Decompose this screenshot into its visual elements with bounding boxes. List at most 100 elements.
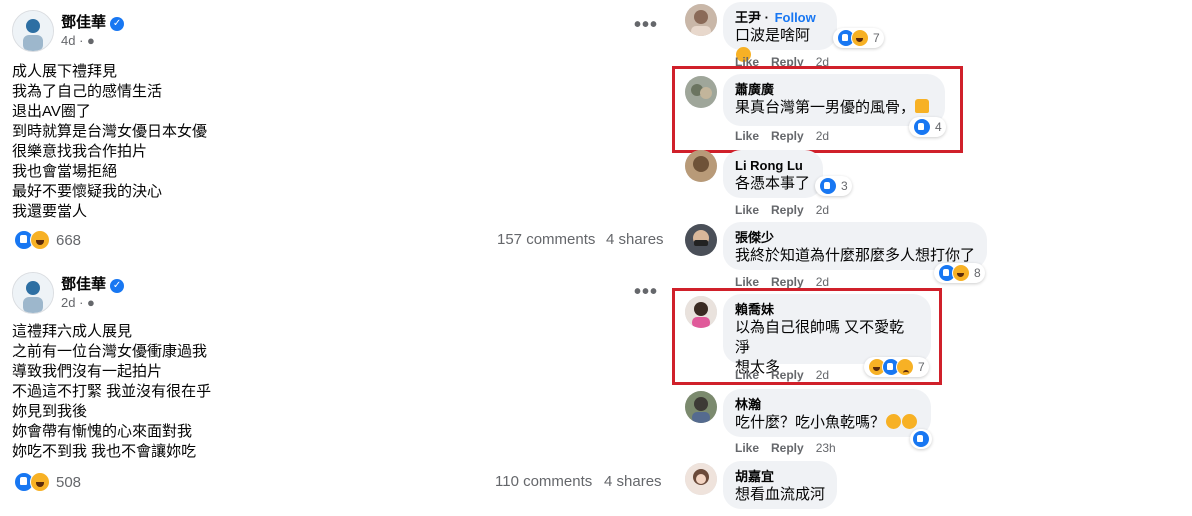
author-name[interactable]: 鄧佳華: [61, 14, 106, 31]
shares-count-link[interactable]: 4 shares: [604, 473, 662, 490]
commenter-name[interactable]: 賴喬妹: [735, 302, 774, 317]
avatar-photo-icon: [685, 4, 717, 36]
reaction-summary[interactable]: 668: [14, 230, 81, 250]
comment-time[interactable]: 2d: [816, 368, 829, 382]
comment-time[interactable]: 2d: [816, 275, 829, 289]
comment-text: 各憑本事了: [735, 175, 811, 192]
more-options-button[interactable]: •••: [634, 14, 658, 37]
post-line: 妳見到我後: [12, 403, 88, 420]
avatar-photo-icon: [685, 391, 717, 423]
commenter-name[interactable]: 林瀚: [735, 397, 761, 412]
haha-reaction-icon: [952, 264, 970, 282]
like-button[interactable]: Like: [735, 368, 759, 382]
post-body: 成人展下禮拜見 我為了自己的感情生活 退出AV圈了 到時就算是台灣女優日本女優 …: [12, 62, 207, 222]
post-timestamp[interactable]: 4d: [61, 33, 75, 48]
comment-time[interactable]: 2d: [816, 203, 829, 217]
commenter-avatar[interactable]: [685, 4, 717, 36]
comment-time[interactable]: 2d: [816, 129, 829, 143]
sad-reaction-icon: [896, 358, 914, 376]
avatar-photo-icon: [685, 150, 717, 182]
reply-button[interactable]: Reply: [771, 275, 804, 289]
author-avatar[interactable]: [12, 10, 54, 52]
commenter-avatar[interactable]: [685, 391, 717, 423]
follow-button[interactable]: Follow: [775, 10, 816, 25]
post-line: 導致我們沒有一起拍片: [12, 363, 163, 380]
post-line: 我為了自己的感情生活: [12, 83, 163, 100]
reply-button[interactable]: Reply: [771, 441, 804, 455]
comment-text: 我終於知道為什麼那麼多人想打你了: [735, 247, 976, 264]
reaction-count: 3: [841, 179, 848, 193]
comment-bubble: 胡嘉宜 想看血流成河: [723, 461, 837, 509]
author-name[interactable]: 鄧佳華: [61, 276, 106, 293]
like-button[interactable]: Like: [735, 441, 759, 455]
post-line: 退出AV圈了: [12, 103, 91, 120]
comment-reactions[interactable]: 3: [815, 176, 852, 196]
laughing-emoji-icon: [902, 414, 918, 429]
verified-badge-icon: ✓: [110, 279, 125, 293]
commenter-avatar[interactable]: [685, 76, 717, 108]
commenter-name[interactable]: 張傑少: [735, 230, 774, 245]
reply-button[interactable]: Reply: [771, 203, 804, 217]
post-line: 我還要當人: [12, 203, 88, 220]
laughing-emoji-icon: [886, 414, 902, 429]
shares-count-link[interactable]: 4 shares: [606, 231, 664, 248]
commenter-name[interactable]: Li Rong Lu: [735, 158, 803, 173]
thumbs-up-emoji-icon: [915, 99, 930, 113]
post-line: 成人展下禮拜見: [12, 63, 118, 80]
post-line: 到時就算是台灣女優日本女優: [12, 123, 208, 140]
comments-count-link[interactable]: 110 comments: [495, 473, 592, 490]
comment-reactions[interactable]: 4: [909, 117, 946, 137]
comment-bubble: 林瀚 吃什麼？吃小魚乾嗎？: [723, 389, 931, 437]
reaction-count: 508: [56, 473, 82, 491]
post-line: 妳會帶有慚愧的心來面對我: [12, 423, 193, 440]
comment-reactions[interactable]: 7: [864, 357, 929, 377]
comment-text: 吃什麼？吃小魚乾嗎？: [735, 414, 886, 431]
commenter-avatar[interactable]: [685, 224, 717, 256]
post-line: 很樂意找我合作拍片: [12, 143, 148, 160]
comment-bubble: 賴喬妹 以為自己很帥嗎 又不愛乾淨 想太多: [723, 294, 931, 376]
post-line: 最好不要懷疑我的決心: [12, 183, 163, 200]
like-button[interactable]: Like: [735, 203, 759, 217]
comment-reactions[interactable]: 8: [934, 263, 985, 283]
post-timestamp[interactable]: 2d: [61, 295, 75, 310]
commenter-avatar[interactable]: [685, 296, 717, 328]
post-line: 不過這不打緊 我並沒有很在乎: [12, 383, 212, 400]
commenter-name[interactable]: 蕭廣廣: [735, 82, 774, 97]
commenter-avatar[interactable]: [685, 150, 717, 182]
reply-button[interactable]: Reply: [771, 129, 804, 143]
globe-icon: ●: [87, 295, 95, 310]
post-line: 之前有一位台灣女優衝康過我: [12, 343, 208, 360]
commenter-name[interactable]: 胡嘉宜: [735, 469, 774, 484]
post-line: 妳吃不到我 我也不會讓妳吃: [12, 443, 197, 460]
reaction-count: 7: [918, 360, 925, 374]
avatar-photo-icon: [685, 296, 717, 328]
globe-icon: ●: [87, 33, 95, 48]
post-line: 我也會當場拒絕: [12, 163, 118, 180]
avatar-photo-icon: [685, 224, 717, 256]
like-reaction-icon: [913, 118, 931, 136]
comment-bubble: 王尹 · Follow 口波是啥阿: [723, 2, 837, 62]
haha-reaction-icon: [30, 230, 50, 250]
comment-time[interactable]: 23h: [816, 441, 836, 455]
verified-badge-icon: ✓: [110, 17, 125, 31]
commenter-name[interactable]: 王尹: [735, 10, 761, 25]
avatar-photo-icon: [685, 463, 717, 495]
comment-text-line-1: 以為自己很帥嗎 又不愛乾淨: [735, 319, 905, 356]
like-button[interactable]: Like: [735, 129, 759, 143]
comment-reactions[interactable]: [910, 429, 932, 449]
comment-reactions[interactable]: 7: [833, 28, 884, 48]
reply-button[interactable]: Reply: [771, 368, 804, 382]
avatar-photo-icon: [685, 76, 717, 108]
commenter-avatar[interactable]: [685, 463, 717, 495]
author-avatar[interactable]: [12, 272, 54, 314]
comments-count-link[interactable]: 157 comments: [497, 231, 595, 248]
reaction-count: 7: [873, 31, 880, 45]
post-body: 這禮拜六成人展見 之前有一位台灣女優衝康過我 導致我們沒有一起拍片 不過這不打緊…: [12, 322, 211, 462]
like-button[interactable]: Like: [735, 275, 759, 289]
comment-text: 果真台灣第一男優的風骨，: [735, 99, 916, 116]
more-options-button[interactable]: •••: [634, 281, 658, 304]
reaction-summary[interactable]: 508: [14, 472, 81, 492]
post-line: 這禮拜六成人展見: [12, 323, 133, 340]
avatar-illustration-icon: [13, 273, 53, 313]
comment-text: 口波是啥阿: [735, 27, 811, 44]
